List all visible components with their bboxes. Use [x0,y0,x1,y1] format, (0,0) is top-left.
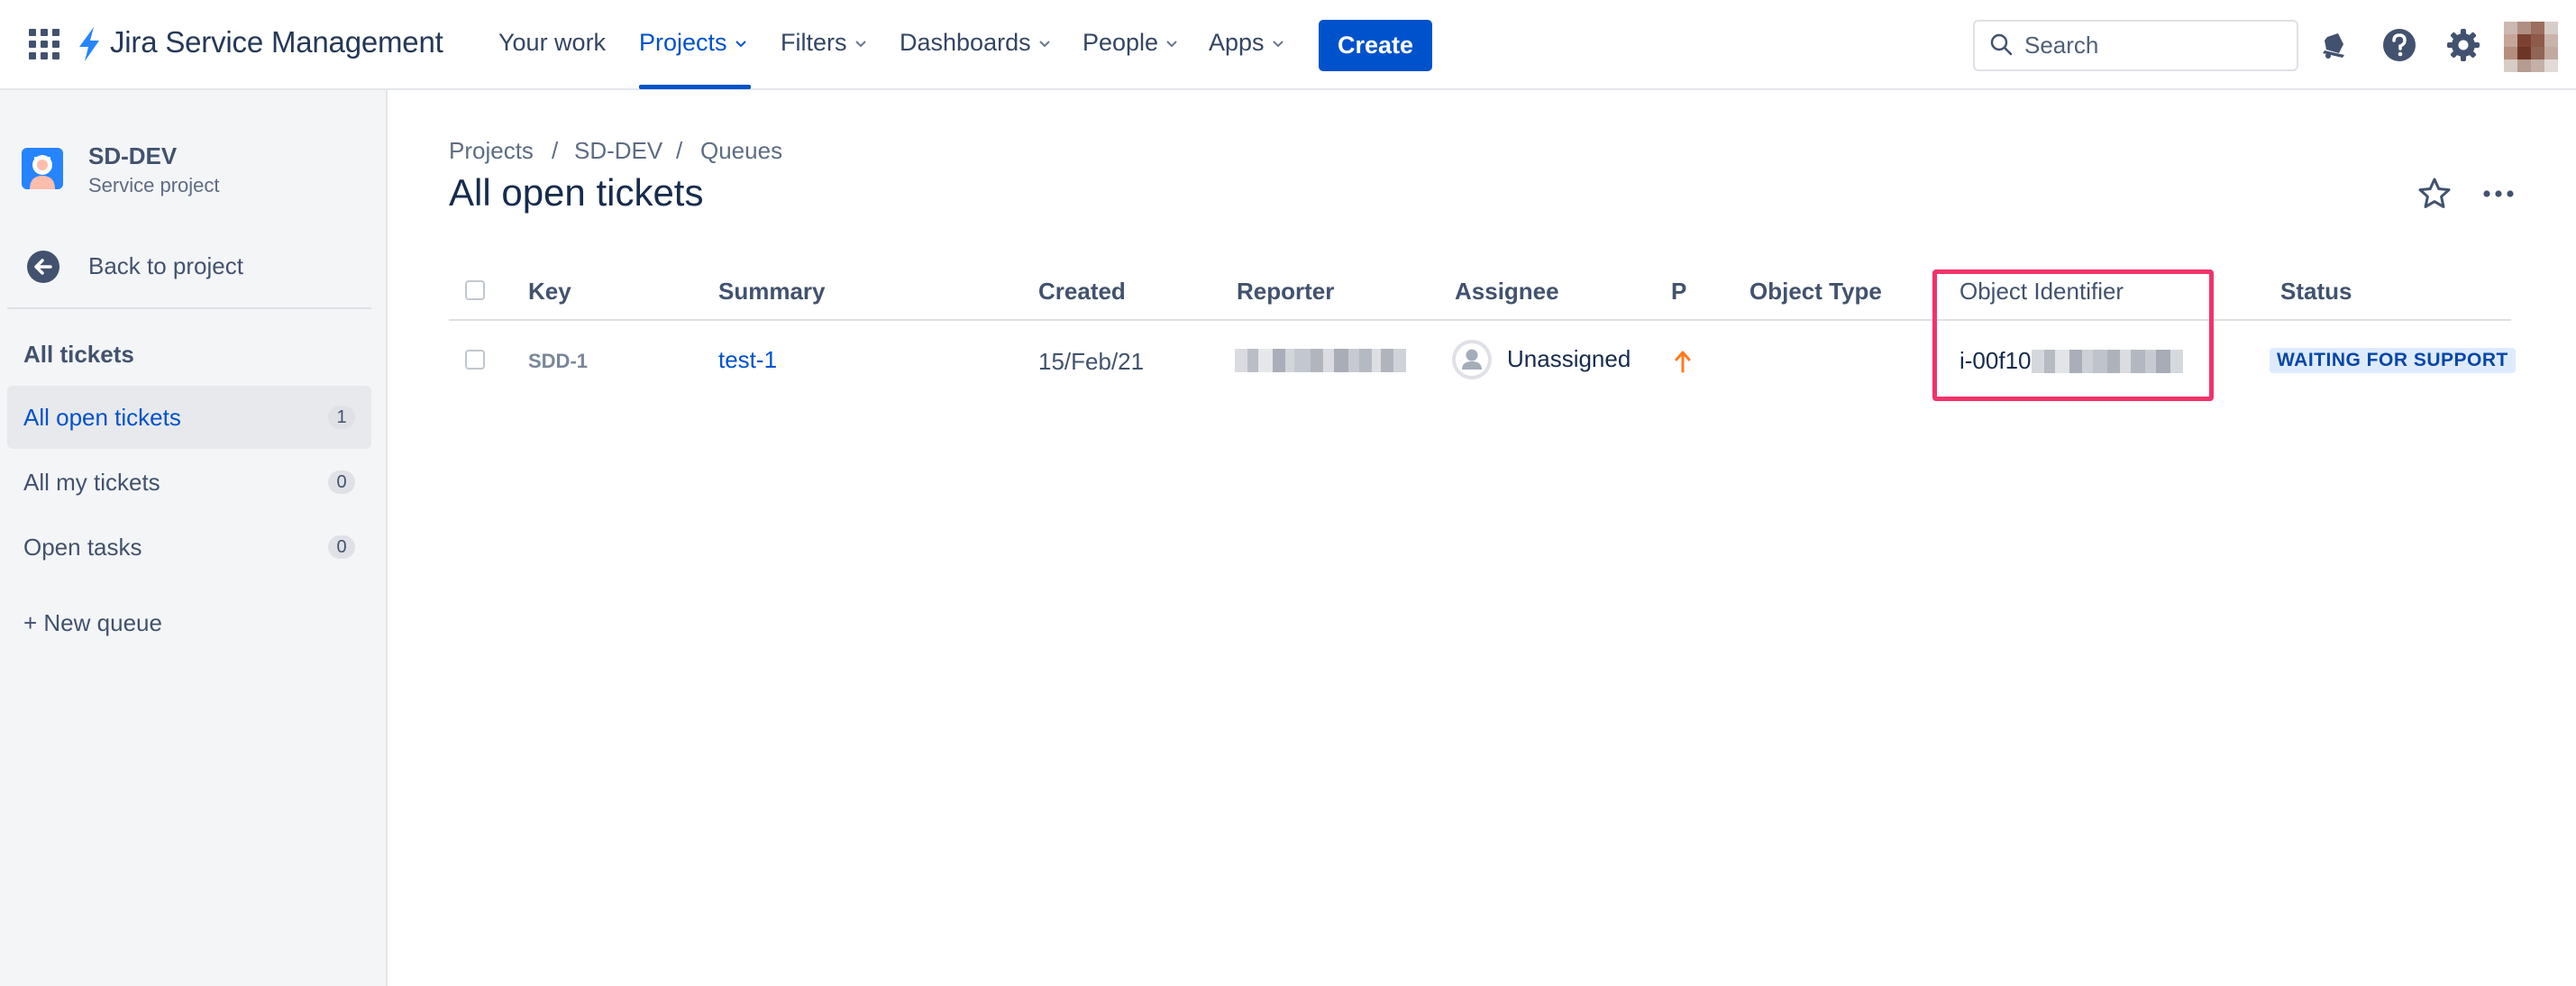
column-header-reporter[interactable]: Reporter [1237,278,1334,306]
search-input[interactable] [2024,22,2286,68]
profile-avatar[interactable] [2504,22,2558,72]
queue-count-badge: 1 [328,406,355,429]
new-queue-link[interactable]: + New queue [23,609,162,637]
queue-all-open-tickets[interactable]: All open tickets 1 [7,386,371,449]
jira-logo-icon[interactable] [76,25,103,63]
project-name: SD-DEV [88,142,178,169]
queue-label: All open tickets [23,404,181,431]
queue-all-my-tickets[interactable]: All my tickets 0 [7,451,371,514]
help-icon[interactable] [2380,25,2419,65]
settings-icon[interactable] [2444,25,2483,65]
nav-label: Your work [498,29,607,56]
ticket-summary-link[interactable]: test-1 [718,346,777,374]
search-icon [1990,33,2013,56]
more-options-icon[interactable] [2480,177,2517,211]
chevron-down-icon [854,40,866,47]
notifications-icon[interactable] [2315,25,2354,65]
chevron-down-icon [1272,40,1283,47]
nav-dashboards[interactable]: Dashboards [900,29,1051,57]
queue-count-badge: 0 [328,535,355,559]
column-header-summary[interactable]: Summary [718,278,826,306]
breadcrumb-projects[interactable]: Projects [449,137,534,165]
queue-open-tasks[interactable]: Open tasks 0 [7,516,371,579]
reporter-redacted[interactable] [1235,349,1406,372]
product-name[interactable]: Jira Service Management [110,25,443,59]
nav-people[interactable]: People [1082,29,1178,57]
project-type: Service project [88,174,220,196]
nav-label: Dashboards [900,29,1031,56]
unassigned-avatar-icon [1452,340,1492,379]
column-header-key[interactable]: Key [528,278,571,306]
nav-label: Projects [639,29,727,56]
breadcrumb-project[interactable]: SD-DEV [574,137,662,165]
row-checkbox[interactable] [465,350,485,370]
status-badge[interactable]: WAITING FOR SUPPORT [2270,348,2516,373]
nav-apps[interactable]: Apps [1209,29,1284,57]
active-nav-indicator [639,85,751,89]
nav-label: Filters [781,29,847,56]
high-priority-icon [1675,351,1691,373]
back-arrow-icon[interactable] [25,249,61,285]
breadcrumb-separator: / [552,137,559,164]
project-avatar-icon[interactable] [22,148,63,189]
breadcrumb-separator: / [676,137,683,164]
queue-label: Open tasks [23,534,142,561]
breadcrumb-queues[interactable]: Queues [700,137,782,165]
create-button[interactable]: Create [1319,20,1432,71]
object-identifier-highlight-box [1932,269,2214,401]
column-header-assignee[interactable]: Assignee [1455,278,1559,306]
column-header-status[interactable]: Status [2280,278,2352,306]
sidebar-divider [7,307,371,309]
column-header-created[interactable]: Created [1038,278,1126,306]
page-title: All open tickets [449,171,704,214]
nav-label: People [1082,29,1159,56]
ticket-key[interactable]: SDD-1 [528,350,588,373]
nav-label: Apps [1209,29,1265,56]
queue-label: All my tickets [23,469,160,496]
column-header-priority[interactable]: P [1671,278,1686,306]
back-to-project-link[interactable]: Back to project [88,252,243,280]
sidebar-section-title: All tickets [23,341,134,368]
chevron-down-icon [1038,40,1050,47]
chevron-down-icon [735,40,746,47]
nav-your-work[interactable]: Your work [498,29,606,57]
star-icon[interactable] [2417,177,2452,211]
assignee-name: Unassigned [1507,345,1631,372]
nav-projects[interactable]: Projects [639,29,747,57]
select-all-checkbox[interactable] [465,280,485,300]
app-switcher-icon[interactable] [29,29,59,59]
column-header-object-type[interactable]: Object Type [1749,278,1882,306]
ticket-created-date: 15/Feb/21 [1038,348,1145,375]
queue-count-badge: 0 [328,470,355,494]
chevron-down-icon [1166,40,1177,47]
top-navigation: Jira Service Management Your work Projec… [0,0,2576,90]
nav-filters[interactable]: Filters [781,29,867,57]
